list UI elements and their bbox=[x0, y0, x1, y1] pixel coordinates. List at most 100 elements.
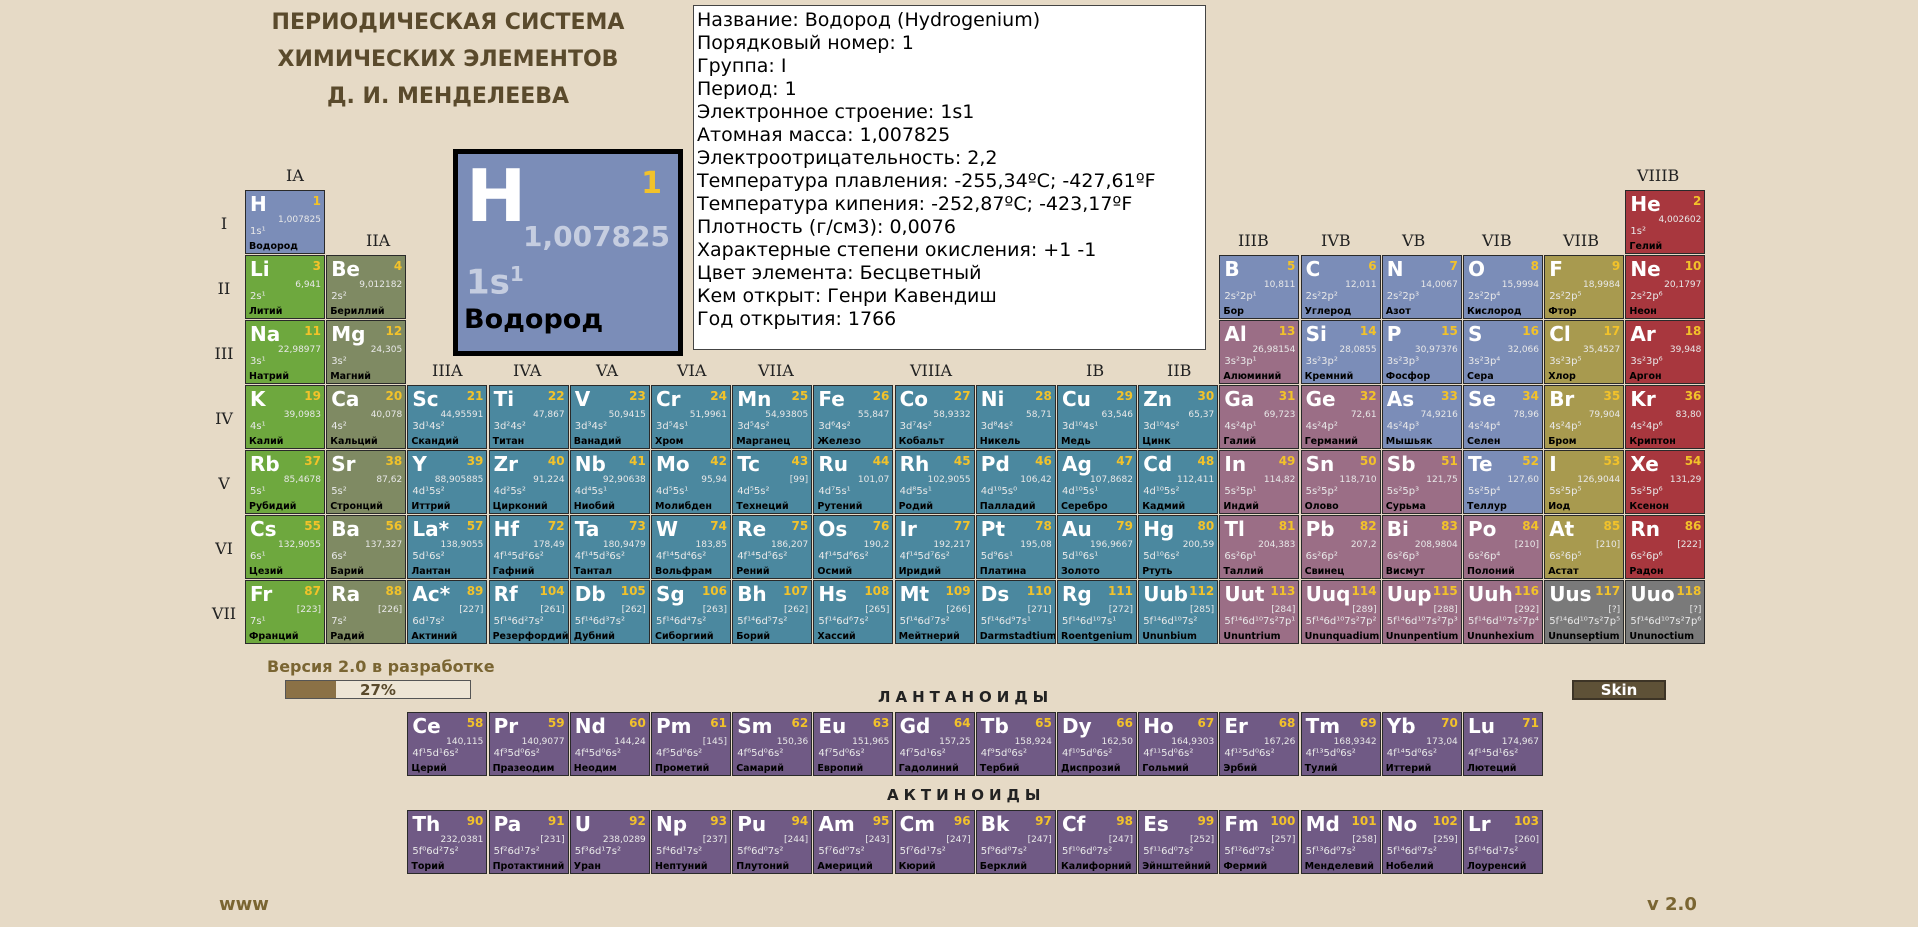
element-cell-Ho[interactable]: Ho 67 164,9303 4f¹¹5d⁰6s² Гольмий bbox=[1138, 712, 1219, 776]
element-cell-Ne[interactable]: Ne 10 20,1797 2s²2p⁶ Неон bbox=[1625, 255, 1706, 319]
element-cell-Mt[interactable]: Mt 109 [266] 5f¹⁴6d⁷7s² Мейтнерий bbox=[894, 580, 975, 644]
element-cell-Ta[interactable]: Ta 73 180,9479 4f¹⁴5d³6s² Тантал bbox=[569, 515, 650, 579]
element-cell-Au[interactable]: Au 79 196,9667 5d¹⁰6s¹ Золото bbox=[1057, 515, 1137, 579]
element-cell-W[interactable]: W 74 183,85 4f¹⁴5d⁴6s² Вольфрам bbox=[651, 515, 731, 579]
element-cell-Cf[interactable]: Cf 98 [247] 5f¹⁰6d⁰7s² Калифорний bbox=[1057, 810, 1137, 874]
element-cell-Pb[interactable]: Pb 82 207,2 6s²6p² Свинец bbox=[1300, 515, 1381, 579]
element-cell-Si[interactable]: Si 14 28,0855 3s²3p² Кремний bbox=[1300, 320, 1381, 384]
element-cell-Be[interactable]: Be 4 9,012182 2s² Бериллий bbox=[326, 255, 407, 319]
element-cell-Sr[interactable]: Sr 38 87,62 5s² Стронций bbox=[326, 450, 407, 514]
element-cell-Ga[interactable]: Ga 31 69,723 4s²4p¹ Галий bbox=[1219, 385, 1300, 449]
element-cell-Bk[interactable]: Bk 97 [247] 5f⁹6d⁰7s² Берклий bbox=[975, 810, 1056, 874]
element-cell-Bh[interactable]: Bh 107 [262] 5f¹⁴6d⁵7s² Борий bbox=[732, 580, 813, 644]
element-cell-Hf[interactable]: Hf 72 178,49 4f¹⁴5d²6s² Гафний bbox=[488, 515, 569, 579]
element-cell-Bi[interactable]: Bi 83 208,9804 6s²6p³ Висмут bbox=[1381, 515, 1462, 579]
element-cell-Ir[interactable]: Ir 77 192,217 4f¹⁴5d⁷6s² Иридий bbox=[894, 515, 975, 579]
skin-button[interactable]: Skin bbox=[1572, 680, 1666, 700]
element-cell-Y[interactable]: Y 39 88,905885 4d¹5s² Иттрий bbox=[407, 450, 488, 514]
element-cell-Uut[interactable]: Uut 113 [284] 5f¹⁴6d¹⁰7s²7p¹ Ununtrium bbox=[1219, 580, 1300, 644]
element-cell-Tc[interactable]: Tc 43 [99] 4d⁵5s² Технеций bbox=[732, 450, 813, 514]
element-cell-In[interactable]: In 49 114,82 5s²5p¹ Индий bbox=[1219, 450, 1300, 514]
element-cell-Er[interactable]: Er 68 167,26 4f¹²5d⁰6s² Эрбий bbox=[1219, 712, 1300, 776]
element-cell-Se[interactable]: Se 34 78,96 4s²4p⁴ Селен bbox=[1463, 385, 1543, 449]
element-cell-C[interactable]: C 6 12,011 2s²2p² Углерод bbox=[1300, 255, 1381, 319]
element-cell-Lu[interactable]: Lu 71 174,967 4f¹⁴5d¹6s² Лютеций bbox=[1463, 712, 1543, 776]
element-cell-Gd[interactable]: Gd 64 157,25 4f⁷5d¹6s² Гадолиний bbox=[894, 712, 975, 776]
element-cell-F[interactable]: F 9 18,9984 2s²2p⁵ Фтор bbox=[1544, 255, 1625, 319]
element-cell-Uuo[interactable]: Uuo 118 [?] 5f¹⁴6d¹⁰7s²7p⁶ Ununoctium bbox=[1625, 580, 1706, 644]
element-cell-Fe[interactable]: Fe 26 55,847 3d⁶4s² Железо bbox=[813, 385, 894, 449]
element-cell-Uuh[interactable]: Uuh 116 [292] 5f¹⁴6d¹⁰7s²7p⁴ Ununhexium bbox=[1463, 580, 1543, 644]
element-cell-Hs[interactable]: Hs 108 [265] 5f¹⁴6d⁶7s² Хассий bbox=[813, 580, 894, 644]
element-cell-Pt[interactable]: Pt 78 195,08 5d⁹6s¹ Платина bbox=[975, 515, 1056, 579]
element-cell-Pm[interactable]: Pm 61 [145] 4f⁵5d⁰6s² Прометий bbox=[651, 712, 731, 776]
element-cell-Mg[interactable]: Mg 12 24,305 3s² Магний bbox=[326, 320, 407, 384]
element-cell-Uuq[interactable]: Uuq 114 [289] 5f¹⁴6d¹⁰7s²7p² Ununquadium bbox=[1300, 580, 1381, 644]
element-cell-Mn[interactable]: Mn 25 54,93805 3d⁵4s² Марганец bbox=[732, 385, 813, 449]
element-cell-Rg[interactable]: Rg 111 [272] 5f¹⁴6d¹⁰7s¹ Roentgenium bbox=[1057, 580, 1137, 644]
element-cell-Ni[interactable]: Ni 28 58,71 3d⁸4s² Никель bbox=[975, 385, 1056, 449]
element-cell-Uup[interactable]: Uup 115 [288] 5f¹⁴6d¹⁰7s²7p³ Ununpentium bbox=[1381, 580, 1462, 644]
element-cell-Co[interactable]: Co 27 58,9332 3d⁷4s² Кобальт bbox=[894, 385, 975, 449]
element-cell-Rf[interactable]: Rf 104 [261] 5f¹⁴6d²7s² Резерфордий bbox=[488, 580, 569, 644]
element-cell-Np[interactable]: Np 93 [237] 5f⁴6d¹7s² Нептуний bbox=[651, 810, 731, 874]
element-cell-Ru[interactable]: Ru 44 101,07 4d⁷5s¹ Рутений bbox=[813, 450, 894, 514]
element-cell-I[interactable]: I 53 126,9044 5s²5p⁵ Иод bbox=[1544, 450, 1625, 514]
element-cell-Ar[interactable]: Ar 18 39,948 3s²3p⁶ Аргон bbox=[1625, 320, 1706, 384]
element-cell-Lr[interactable]: Lr 103 [260] 5f¹⁴6d¹7s² Лоуренсий bbox=[1463, 810, 1543, 874]
www-link[interactable]: www bbox=[219, 894, 269, 915]
element-cell-Ac[interactable]: Ac* 89 [227] 6d¹7s² Актиний bbox=[407, 580, 488, 644]
element-cell-Sm[interactable]: Sm 62 150,36 4f⁶5d⁰6s² Самарий bbox=[732, 712, 813, 776]
element-cell-He[interactable]: He 2 4,002602 1s² Гелий bbox=[1625, 190, 1706, 254]
element-cell-No[interactable]: No 102 [259] 5f¹⁴6d⁰7s² Нобелий bbox=[1381, 810, 1462, 874]
element-cell-H[interactable]: H 1 1,007825 1s¹ Водород bbox=[245, 190, 325, 254]
element-cell-Ra[interactable]: Ra 88 [226] 7s² Радий bbox=[326, 580, 407, 644]
element-cell-Ba[interactable]: Ba 56 137,327 6s² Барий bbox=[326, 515, 407, 579]
element-cell-Cr[interactable]: Cr 24 51,9961 3d⁵4s¹ Хром bbox=[651, 385, 731, 449]
element-cell-Ag[interactable]: Ag 47 107,8682 4d¹⁰5s¹ Серебро bbox=[1057, 450, 1137, 514]
element-cell-Cm[interactable]: Cm 96 [247] 5f⁷6d¹7s² Кюрий bbox=[894, 810, 975, 874]
element-cell-Mo[interactable]: Mo 42 95,94 4d⁵5s¹ Молибден bbox=[651, 450, 731, 514]
element-cell-Sg[interactable]: Sg 106 [263] 5f¹⁴6d⁴7s² Сиборгиий bbox=[651, 580, 731, 644]
element-cell-Eu[interactable]: Eu 63 151,965 4f⁷5d⁰6s² Европий bbox=[813, 712, 894, 776]
element-cell-Rb[interactable]: Rb 37 85,4678 5s¹ Рубидий bbox=[245, 450, 325, 514]
element-cell-Am[interactable]: Am 95 [243] 5f⁷6d⁰7s² Америций bbox=[813, 810, 894, 874]
element-cell-Hg[interactable]: Hg 80 200,59 5d¹⁰6s² Ртуть bbox=[1138, 515, 1219, 579]
element-cell-P[interactable]: P 15 30,97376 3s²3p³ Фосфор bbox=[1381, 320, 1462, 384]
element-cell-Tm[interactable]: Tm 69 168,9342 4f¹³5d⁰6s² Тулий bbox=[1300, 712, 1381, 776]
element-cell-At[interactable]: At 85 [210] 6s²6p⁵ Астат bbox=[1544, 515, 1625, 579]
element-cell-Md[interactable]: Md 101 [258] 5f¹³6d⁰7s² Менделевий bbox=[1300, 810, 1381, 874]
element-cell-Zr[interactable]: Zr 40 91,224 4d²5s² Цирконий bbox=[488, 450, 569, 514]
element-cell-Li[interactable]: Li 3 6,941 2s¹ Литий bbox=[245, 255, 325, 319]
element-cell-Sb[interactable]: Sb 51 121,75 5s²5p³ Сурьма bbox=[1381, 450, 1462, 514]
element-cell-Db[interactable]: Db 105 [262] 5f¹⁴6d³7s² Дубний bbox=[569, 580, 650, 644]
element-cell-Ge[interactable]: Ge 32 72,61 4s²4p² Германий bbox=[1300, 385, 1381, 449]
element-cell-Os[interactable]: Os 76 190,2 4f¹⁴5d⁶6s² Осмий bbox=[813, 515, 894, 579]
element-cell-Ds[interactable]: Ds 110 [271] 5f¹⁴6d⁹7s¹ Darmstadtium bbox=[975, 580, 1056, 644]
element-cell-Es[interactable]: Es 99 [252] 5f¹¹6d⁰7s² Эйнштейний bbox=[1138, 810, 1219, 874]
element-cell-N[interactable]: N 7 14,0067 2s²2p³ Азот bbox=[1381, 255, 1462, 319]
element-cell-Uub[interactable]: Uub 112 [285] 5f¹⁴6d¹⁰7s² Ununbium bbox=[1138, 580, 1219, 644]
element-cell-Cs[interactable]: Cs 55 132,9055 6s¹ Цезий bbox=[245, 515, 325, 579]
element-cell-Pu[interactable]: Pu 94 [244] 5f⁶6d⁰7s² Плутоний bbox=[732, 810, 813, 874]
element-cell-Dy[interactable]: Dy 66 162,50 4f¹⁰5d⁰6s² Диспрозий bbox=[1057, 712, 1137, 776]
element-cell-Nb[interactable]: Nb 41 92,90638 4d⁴5s¹ Ниобий bbox=[569, 450, 650, 514]
element-cell-Cu[interactable]: Cu 29 63,546 3d¹⁰4s¹ Медь bbox=[1057, 385, 1137, 449]
element-cell-Rn[interactable]: Rn 86 [222] 6s²6p⁶ Радон bbox=[1625, 515, 1706, 579]
element-cell-La[interactable]: La* 57 138,9055 5d¹6s² Лантан bbox=[407, 515, 488, 579]
element-cell-Uus[interactable]: Uus 117 [?] 5f¹⁴6d¹⁰7s²7p⁵ Ununseptium bbox=[1544, 580, 1625, 644]
element-cell-Pd[interactable]: Pd 46 106,42 4d¹⁰5s⁰ Палладий bbox=[975, 450, 1056, 514]
element-cell-Sc[interactable]: Sc 21 44,95591 3d¹4s² Скандий bbox=[407, 385, 488, 449]
element-cell-Cd[interactable]: Cd 48 112,411 4d¹⁰5s² Кадмий bbox=[1138, 450, 1219, 514]
element-cell-Ti[interactable]: Ti 22 47,867 3d²4s² Титан bbox=[488, 385, 569, 449]
element-cell-As[interactable]: As 33 74,9216 4s²4p³ Мышьяк bbox=[1381, 385, 1462, 449]
element-cell-V[interactable]: V 23 50,9415 3d³4s² Ванадий bbox=[569, 385, 650, 449]
element-cell-Na[interactable]: Na 11 22,98977 3s¹ Натрий bbox=[245, 320, 325, 384]
element-cell-O[interactable]: O 8 15,9994 2s²2p⁴ Кислород bbox=[1463, 255, 1543, 319]
element-cell-K[interactable]: K 19 39,0983 4s¹ Калий bbox=[245, 385, 325, 449]
element-cell-Fr[interactable]: Fr 87 [223] 7s¹ Франций bbox=[245, 580, 325, 644]
element-cell-Te[interactable]: Te 52 127,60 5s²5p⁴ Теллур bbox=[1463, 450, 1543, 514]
element-cell-Fm[interactable]: Fm 100 [257] 5f¹²6d⁰7s² Фермий bbox=[1219, 810, 1300, 874]
element-cell-Th[interactable]: Th 90 232,0381 5f⁰6d²7s² Торий bbox=[407, 810, 488, 874]
element-cell-Rh[interactable]: Rh 45 102,9055 4d⁸5s¹ Родий bbox=[894, 450, 975, 514]
